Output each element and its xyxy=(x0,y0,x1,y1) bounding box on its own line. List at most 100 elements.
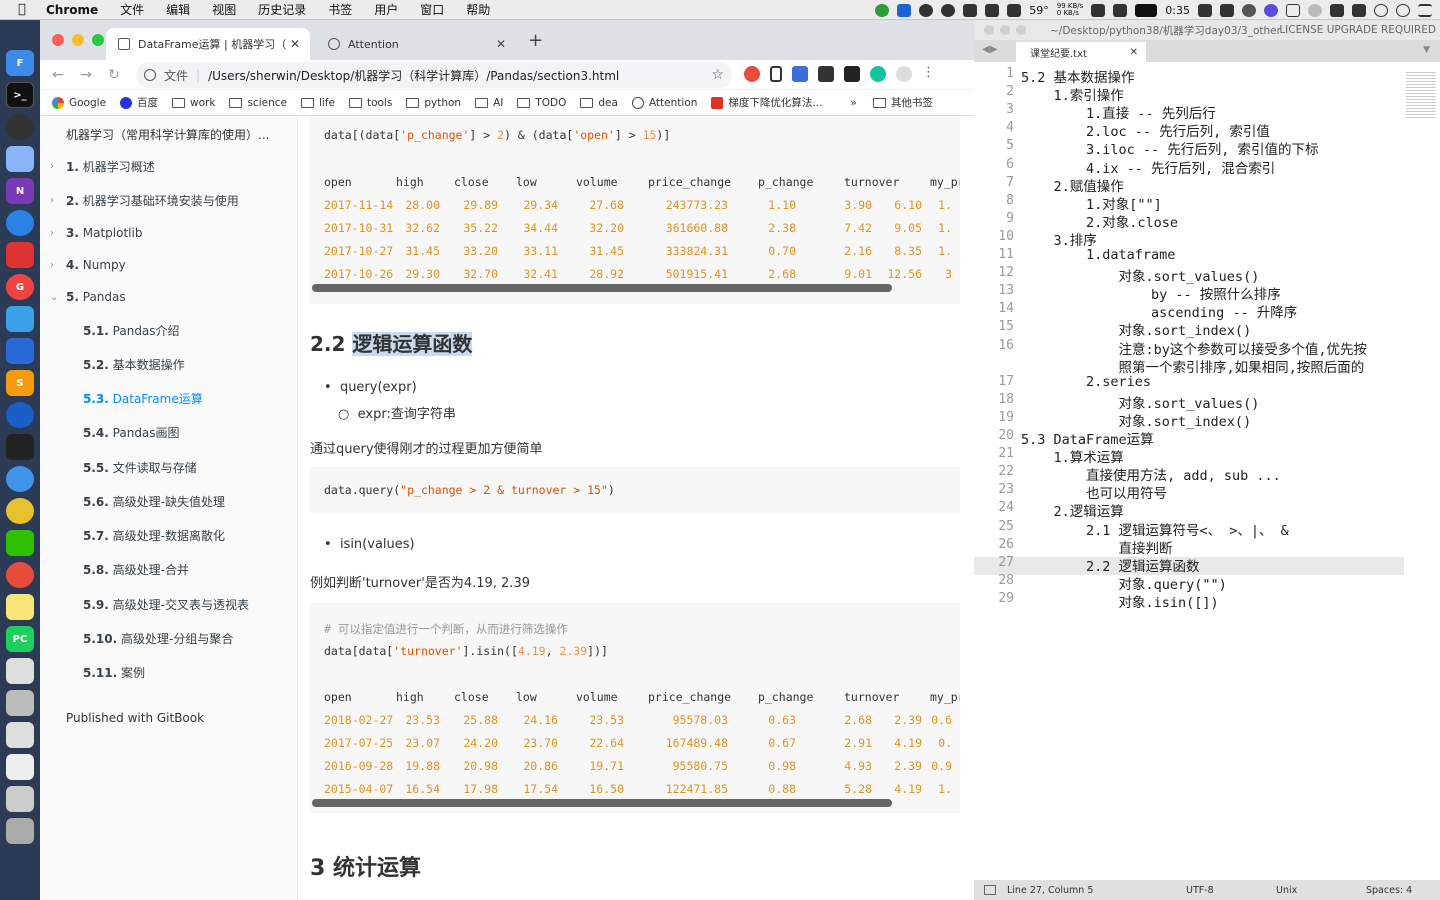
book-title[interactable]: 机器学习（常用科学计算库的使用）... xyxy=(66,126,269,143)
menu-window[interactable]: 窗口 xyxy=(420,1,444,18)
tab-nav-arrows-icon[interactable]: ◀▶ xyxy=(982,44,997,55)
document-icon-4[interactable] xyxy=(6,786,34,812)
chrome-icon[interactable] xyxy=(6,498,34,524)
netease-music-icon[interactable] xyxy=(6,562,34,588)
input-method-icon[interactable] xyxy=(985,3,1000,17)
maps-icon[interactable] xyxy=(6,210,34,236)
horizontal-scrollbar[interactable] xyxy=(312,799,892,807)
weather-temp[interactable]: 59° xyxy=(1029,4,1049,17)
notification-center-icon[interactable] xyxy=(1418,3,1432,17)
chevron-right-icon[interactable]: › xyxy=(50,161,66,172)
pycharm-icon[interactable]: PC xyxy=(6,626,34,652)
jh-ext-icon[interactable] xyxy=(792,66,808,82)
circle-icon[interactable] xyxy=(1374,3,1388,17)
bookmark-baidu[interactable]: 百度 xyxy=(120,95,158,110)
bookmark-science[interactable]: science xyxy=(229,97,287,109)
grammarly-ext-icon[interactable] xyxy=(870,66,886,82)
bookmark-google[interactable]: Google xyxy=(52,96,106,109)
indentation[interactable]: Spaces: 4 xyxy=(1366,885,1412,896)
tab-dropdown-icon[interactable]: ▼ xyxy=(1423,45,1430,55)
zoom-window-button[interactable] xyxy=(1016,25,1026,35)
sidebar-subitem-5-9[interactable]: 5.9. 高级处理-交叉表与透视表 xyxy=(83,596,249,613)
app-status-icon[interactable] xyxy=(897,3,912,17)
sidebar-subitem-5-3[interactable]: 5.3. DataFrame运算 xyxy=(83,390,203,407)
dark-ext-icon[interactable] xyxy=(844,66,860,82)
clipboard-icon[interactable] xyxy=(1091,3,1106,17)
cloud-icon[interactable] xyxy=(919,3,934,17)
script-icon[interactable] xyxy=(1352,3,1366,17)
reload-icon[interactable]: ↻ xyxy=(104,67,124,83)
clock-icon[interactable] xyxy=(1396,3,1410,17)
sidebar-subitem-5-7[interactable]: 5.7. 高级处理-数据离散化 xyxy=(83,527,225,544)
encoding[interactable]: UTF-8 xyxy=(1186,885,1214,896)
text-editor[interactable]: 1 5.2 基本数据操作 2 1.索引操作 3 1.直接 -- 先列后行 4 2.loc… xyxy=(974,62,1440,888)
sidebar-subitem-5-6[interactable]: 5.6. 高级处理-缺失值处理 xyxy=(83,493,225,510)
more-bookmarks-button[interactable]: » xyxy=(850,97,856,109)
bookmark-gradient[interactable]: 梯度下降优化算法... xyxy=(711,95,822,110)
grid-icon[interactable] xyxy=(1113,3,1128,17)
line-endings[interactable]: Unix xyxy=(1276,885,1297,896)
screen-icon[interactable] xyxy=(6,690,34,716)
menu-help[interactable]: 帮助 xyxy=(466,1,490,18)
pause-icon[interactable] xyxy=(941,3,956,17)
horizontal-scrollbar[interactable] xyxy=(312,284,892,292)
gitmind-icon[interactable]: G xyxy=(6,274,34,300)
safari-icon[interactable] xyxy=(6,466,34,492)
menu-app-name[interactable]: Chrome xyxy=(46,3,98,17)
bookmark-python[interactable]: python xyxy=(406,97,461,109)
code-icon[interactable] xyxy=(1286,3,1300,17)
translate-ext-icon[interactable] xyxy=(744,66,760,82)
sidebar-subitem-5-4[interactable]: 5.4. Pandas画图 xyxy=(83,424,180,441)
upload-icon[interactable] xyxy=(875,3,890,17)
send-icon[interactable] xyxy=(1007,3,1022,17)
wifi-icon[interactable] xyxy=(1308,3,1322,17)
published-with-gitbook-link[interactable]: Published with GitBook xyxy=(66,711,204,725)
url-text[interactable]: /Users/sherwin/Desktop/机器学习（科学计算库）/Panda… xyxy=(208,67,619,84)
chevron-right-icon[interactable]: › xyxy=(50,228,66,239)
panel-toggle-icon[interactable] xyxy=(984,885,996,895)
menu-people[interactable]: 用户 xyxy=(374,1,398,18)
sidebar-subitem-5-1[interactable]: 5.1. Pandas介绍 xyxy=(83,322,180,339)
chevron-right-icon[interactable]: › xyxy=(50,260,66,271)
other-bookmarks[interactable]: 其他书签 xyxy=(872,95,933,110)
chevron-right-icon[interactable]: › xyxy=(50,195,66,206)
chevron-down-icon[interactable]: ⌄ xyxy=(50,292,66,303)
x-ext-icon[interactable] xyxy=(818,66,834,82)
chat-icon[interactable] xyxy=(1198,3,1212,17)
obs-icon[interactable] xyxy=(6,114,34,140)
zoom-window-button[interactable] xyxy=(92,34,104,46)
sidebar-item-3[interactable]: › 3. Matplotlib xyxy=(50,226,142,240)
menu-file[interactable]: 文件 xyxy=(120,1,144,18)
sidebar-item-5[interactable]: ⌄ 5. Pandas xyxy=(50,290,126,304)
info-icon[interactable] xyxy=(144,69,156,81)
wechat-icon[interactable] xyxy=(6,530,34,556)
menu-edit[interactable]: 编辑 xyxy=(166,1,190,18)
calculator-icon[interactable] xyxy=(6,338,34,364)
notes-icon[interactable] xyxy=(6,594,34,620)
screenshot-icon[interactable] xyxy=(963,3,978,17)
quicktime-icon[interactable] xyxy=(6,402,34,428)
cpu-monitor-icon[interactable] xyxy=(1135,3,1158,17)
tab-notes-file[interactable]: 课堂纪要.txt ✕ xyxy=(1016,42,1146,62)
bookmark-ext-icon[interactable] xyxy=(770,66,782,82)
sidebar-item-1[interactable]: › 1. 机器学习概述 xyxy=(50,158,155,175)
bookmark-life[interactable]: life xyxy=(300,97,335,109)
document-icon-2[interactable] xyxy=(6,722,34,748)
bookmark-work[interactable]: work xyxy=(172,97,215,109)
volume-icon[interactable] xyxy=(1330,3,1344,17)
activity-monitor-icon[interactable] xyxy=(6,434,34,460)
bookmark-tools[interactable]: tools xyxy=(348,97,392,109)
document-icon[interactable] xyxy=(6,658,34,684)
battery-time[interactable]: 0:35 xyxy=(1165,4,1190,17)
bookmark-star-icon[interactable]: ☆ xyxy=(711,67,724,83)
sidebar-item-4[interactable]: › 4. Numpy xyxy=(50,258,126,272)
chrome-menu-icon[interactable]: ⋮ xyxy=(922,66,935,82)
sidebar-subitem-5-11[interactable]: 5.11. 案例 xyxy=(83,664,145,681)
trash-icon[interactable] xyxy=(6,818,34,844)
sublime-icon[interactable]: S xyxy=(6,370,34,396)
minimize-window-button[interactable] xyxy=(72,34,84,46)
close-tab-icon[interactable]: ✕ xyxy=(1130,47,1138,58)
tab-dataframe[interactable]: DataFrame运算 | 机器学习（常 ✕ xyxy=(106,28,310,60)
address-bar[interactable]: 文件 | /Users/sherwin/Desktop/机器学习（科学计算库）/… xyxy=(136,62,732,88)
bookmark-todo[interactable]: TODO xyxy=(517,97,566,109)
